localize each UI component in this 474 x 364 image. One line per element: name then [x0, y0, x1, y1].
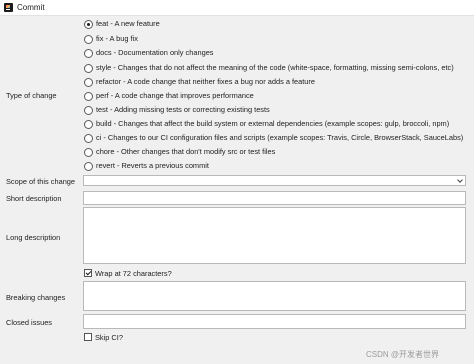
closed-issues-input[interactable]	[83, 314, 466, 329]
long-description-textarea[interactable]	[83, 207, 466, 264]
radio-button[interactable]	[84, 35, 93, 44]
radio-button[interactable]	[84, 49, 93, 58]
radio-button[interactable]	[84, 20, 93, 29]
short-description-input[interactable]	[83, 191, 466, 205]
intellij-idea-icon	[4, 3, 13, 12]
radio-label: chore - Other changes that don't modify …	[96, 147, 276, 156]
long-description-label: Long description	[6, 233, 61, 242]
wrap-checkbox[interactable]	[84, 269, 92, 277]
radio-label: fix - A bug fix	[96, 34, 138, 43]
radio-label: test - Adding missing tests or correctin…	[96, 105, 270, 114]
breaking-changes-label: Breaking changes	[6, 293, 66, 302]
type-of-change-label: Type of change	[6, 91, 57, 100]
radio-label: ci - Changes to our CI configuration fil…	[96, 133, 464, 142]
short-description-label: Short description	[6, 194, 62, 203]
watermark: CSDN @开发者世界	[366, 350, 440, 359]
radio-button[interactable]	[84, 78, 93, 87]
breaking-changes-textarea[interactable]	[83, 281, 466, 311]
radio-label: docs - Documentation only changes	[96, 48, 214, 57]
wrap-label: Wrap at 72 characters?	[95, 269, 172, 278]
radio-button[interactable]	[84, 64, 93, 73]
radio-label: refactor - A code change that neither fi…	[96, 77, 315, 86]
radio-button[interactable]	[84, 134, 93, 143]
radio-label: build - Changes that affect the build sy…	[96, 119, 450, 128]
radio-label: perf - A code change that improves perfo…	[96, 91, 254, 100]
radio-button[interactable]	[84, 92, 93, 101]
window-title: Commit	[17, 3, 45, 12]
radio-label: revert - Reverts a previous commit	[96, 161, 209, 170]
radio-label: style - Changes that do not affect the m…	[96, 63, 454, 72]
skip-ci-checkbox[interactable]	[84, 333, 92, 341]
closed-issues-label: Closed issues	[6, 318, 53, 327]
skip-ci-label: Skip CI?	[95, 333, 123, 342]
radio-button[interactable]	[84, 148, 93, 157]
radio-button[interactable]	[84, 106, 93, 115]
radio-button[interactable]	[84, 162, 93, 171]
scope-combobox[interactable]	[83, 175, 466, 186]
chevron-down-icon[interactable]	[457, 177, 463, 183]
radio-button[interactable]	[84, 120, 93, 129]
title-bar: Commit	[0, 0, 474, 16]
scope-label: Scope of this change	[6, 177, 76, 186]
radio-label: feat - A new feature	[96, 19, 160, 28]
